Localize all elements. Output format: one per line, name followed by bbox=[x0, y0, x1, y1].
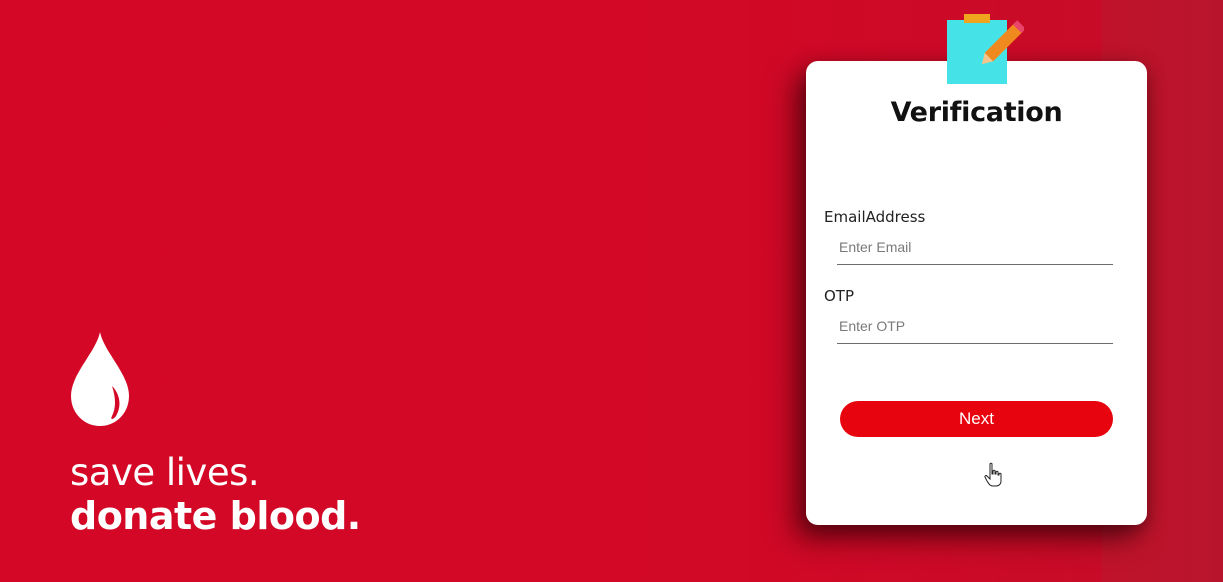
otp-label: OTP bbox=[824, 287, 855, 305]
email-field[interactable] bbox=[837, 229, 1113, 265]
next-button[interactable]: Next bbox=[840, 401, 1113, 437]
hand-pointer-cursor-icon bbox=[984, 462, 1002, 487]
slogan: save lives. donate blood. bbox=[70, 451, 361, 539]
slogan-line-1: save lives. bbox=[70, 451, 260, 494]
blood-drop-icon bbox=[71, 332, 129, 426]
card-title: Verification bbox=[890, 97, 1063, 128]
sticky-note-pencil-icon bbox=[947, 14, 1024, 84]
verification-card: Verification EmailAddress OTP Next bbox=[806, 61, 1147, 525]
slogan-line-2: donate blood. bbox=[70, 494, 361, 538]
email-label: EmailAddress bbox=[824, 208, 926, 226]
otp-field[interactable] bbox=[837, 308, 1113, 344]
